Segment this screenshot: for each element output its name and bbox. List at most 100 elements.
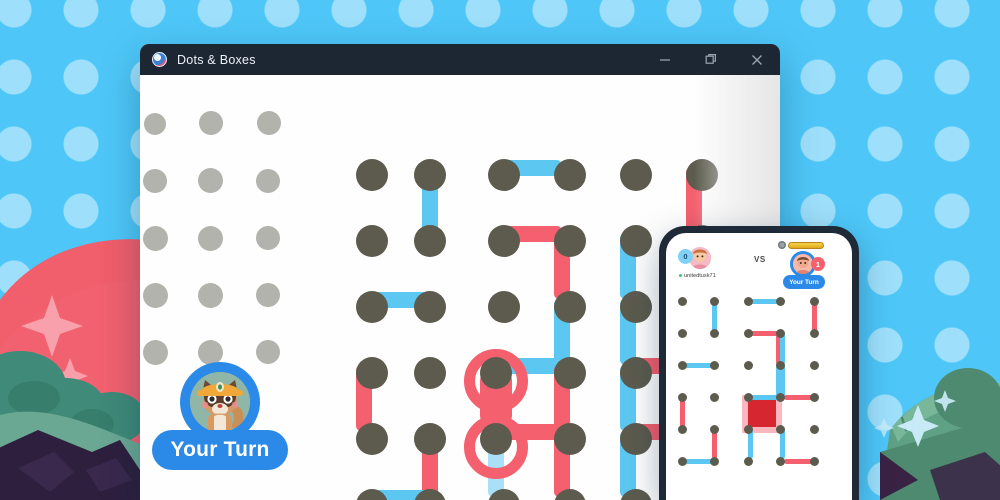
- board-dot[interactable]: [356, 225, 388, 257]
- board-dot[interactable]: [488, 225, 520, 257]
- raccoon-avatar-icon: [190, 372, 250, 432]
- phone-board-dot[interactable]: [678, 393, 687, 402]
- phone-board-dot[interactable]: [744, 425, 753, 434]
- restore-icon: [705, 54, 716, 64]
- restore-button[interactable]: [688, 44, 734, 75]
- board-dot[interactable]: [414, 225, 446, 257]
- board-dot-faded: [198, 168, 223, 193]
- phone-screen: 0 unitedtusk71 VS 1 Your Turn: [666, 233, 852, 500]
- phone-match-header: 0 unitedtusk71 VS 1 Your Turn: [666, 233, 852, 289]
- board-dot-faded: [144, 113, 166, 135]
- mobile-game-preview: 0 unitedtusk71 VS 1 Your Turn: [659, 226, 859, 500]
- phone-board-dot[interactable]: [710, 393, 719, 402]
- phone-board-dot[interactable]: [744, 457, 753, 466]
- board-dot[interactable]: [356, 423, 388, 455]
- board-dot[interactable]: [554, 225, 586, 257]
- phone-your-turn-label: Your Turn: [789, 278, 819, 286]
- board-dot-faded: [143, 283, 168, 308]
- close-icon: [752, 54, 762, 65]
- phone-your-turn-pill[interactable]: Your Turn: [783, 275, 825, 289]
- board-dot-faded: [256, 169, 280, 193]
- board-dot[interactable]: [620, 225, 652, 257]
- board-dot[interactable]: [480, 357, 512, 389]
- phone-board-dot[interactable]: [810, 425, 819, 434]
- minimize-button[interactable]: [642, 44, 688, 75]
- board-dot[interactable]: [554, 423, 586, 455]
- phone-board-dot[interactable]: [710, 329, 719, 338]
- phone-board-dot[interactable]: [678, 361, 687, 370]
- window-titlebar: Dots & Boxes: [140, 44, 780, 75]
- phone-board-dot[interactable]: [744, 297, 753, 306]
- phone-board-dot[interactable]: [776, 297, 785, 306]
- player-b-avatar: [793, 254, 813, 274]
- board-dot-faded: [198, 283, 223, 308]
- phone-board-dot[interactable]: [678, 457, 687, 466]
- board-dot[interactable]: [356, 291, 388, 323]
- captured-box: [748, 399, 776, 427]
- board-dot[interactable]: [414, 423, 446, 455]
- board-dot-faded: [256, 340, 280, 364]
- phone-board-dot[interactable]: [810, 457, 819, 466]
- player-a-name: unitedtusk71: [679, 273, 716, 279]
- board-dot-faded: [199, 111, 223, 135]
- phone-board-dot[interactable]: [744, 361, 753, 370]
- your-turn-pill[interactable]: Your Turn: [152, 430, 288, 470]
- window-controls: [642, 44, 780, 75]
- phone-board-dot[interactable]: [810, 329, 819, 338]
- minimize-icon: [660, 58, 670, 61]
- board-dot[interactable]: [686, 159, 718, 191]
- phone-board-dot[interactable]: [776, 361, 785, 370]
- raccoon-avatar: [190, 372, 250, 432]
- board-dot-faded: [257, 111, 281, 135]
- board-dot[interactable]: [488, 159, 520, 191]
- board-dot-faded: [143, 226, 168, 251]
- phone-board-dot[interactable]: [776, 393, 785, 402]
- board-dot[interactable]: [414, 357, 446, 389]
- phone-board-dot[interactable]: [710, 361, 719, 370]
- your-turn-badge[interactable]: Your Turn: [152, 362, 288, 490]
- xp-progress-bar: [788, 241, 824, 249]
- phone-board-dot[interactable]: [810, 361, 819, 370]
- phone-board-dot[interactable]: [810, 297, 819, 306]
- player-b-score: 1: [811, 257, 825, 271]
- board-dot-faded: [256, 283, 280, 307]
- board-dot[interactable]: [480, 423, 512, 455]
- board-dot[interactable]: [554, 159, 586, 191]
- board-dot-faded: [256, 226, 280, 250]
- board-dot[interactable]: [356, 357, 388, 389]
- player-a-score: 0: [678, 249, 693, 264]
- your-turn-label: Your Turn: [170, 438, 270, 461]
- player-a-name-text: unitedtusk71: [684, 273, 716, 279]
- phone-board-dot[interactable]: [678, 425, 687, 434]
- level-gear-icon: [778, 241, 786, 249]
- phone-board-dot[interactable]: [744, 329, 753, 338]
- phone-board-dot[interactable]: [710, 297, 719, 306]
- board-dot[interactable]: [554, 291, 586, 323]
- player-b-avatar-icon: [793, 254, 813, 274]
- board-dot[interactable]: [414, 159, 446, 191]
- phone-board-dot[interactable]: [710, 457, 719, 466]
- phone-board-dot[interactable]: [678, 329, 687, 338]
- online-status-icon: [679, 274, 682, 278]
- close-button[interactable]: [734, 44, 780, 75]
- phone-board-dot[interactable]: [810, 393, 819, 402]
- phone-board-dot[interactable]: [776, 329, 785, 338]
- board-dot[interactable]: [414, 291, 446, 323]
- phone-board-dot[interactable]: [678, 297, 687, 306]
- window-title: Dots & Boxes: [177, 52, 256, 67]
- board-dot[interactable]: [620, 357, 652, 389]
- board-dot[interactable]: [620, 159, 652, 191]
- board-dot-faded: [143, 169, 167, 193]
- board-dot[interactable]: [356, 159, 388, 191]
- board-dot[interactable]: [620, 423, 652, 455]
- phone-board-dot[interactable]: [776, 425, 785, 434]
- screenshot-stage: Dots & Boxes Your Turn 0 unitedtusk71 VS…: [0, 0, 1000, 500]
- phone-board-dot[interactable]: [776, 457, 785, 466]
- phone-board-dot[interactable]: [744, 393, 753, 402]
- board-dot[interactable]: [488, 291, 520, 323]
- board-dot[interactable]: [620, 291, 652, 323]
- board-dot-faded: [198, 226, 223, 251]
- phone-game-board[interactable]: [666, 289, 852, 500]
- phone-board-dot[interactable]: [710, 425, 719, 434]
- board-dot[interactable]: [554, 357, 586, 389]
